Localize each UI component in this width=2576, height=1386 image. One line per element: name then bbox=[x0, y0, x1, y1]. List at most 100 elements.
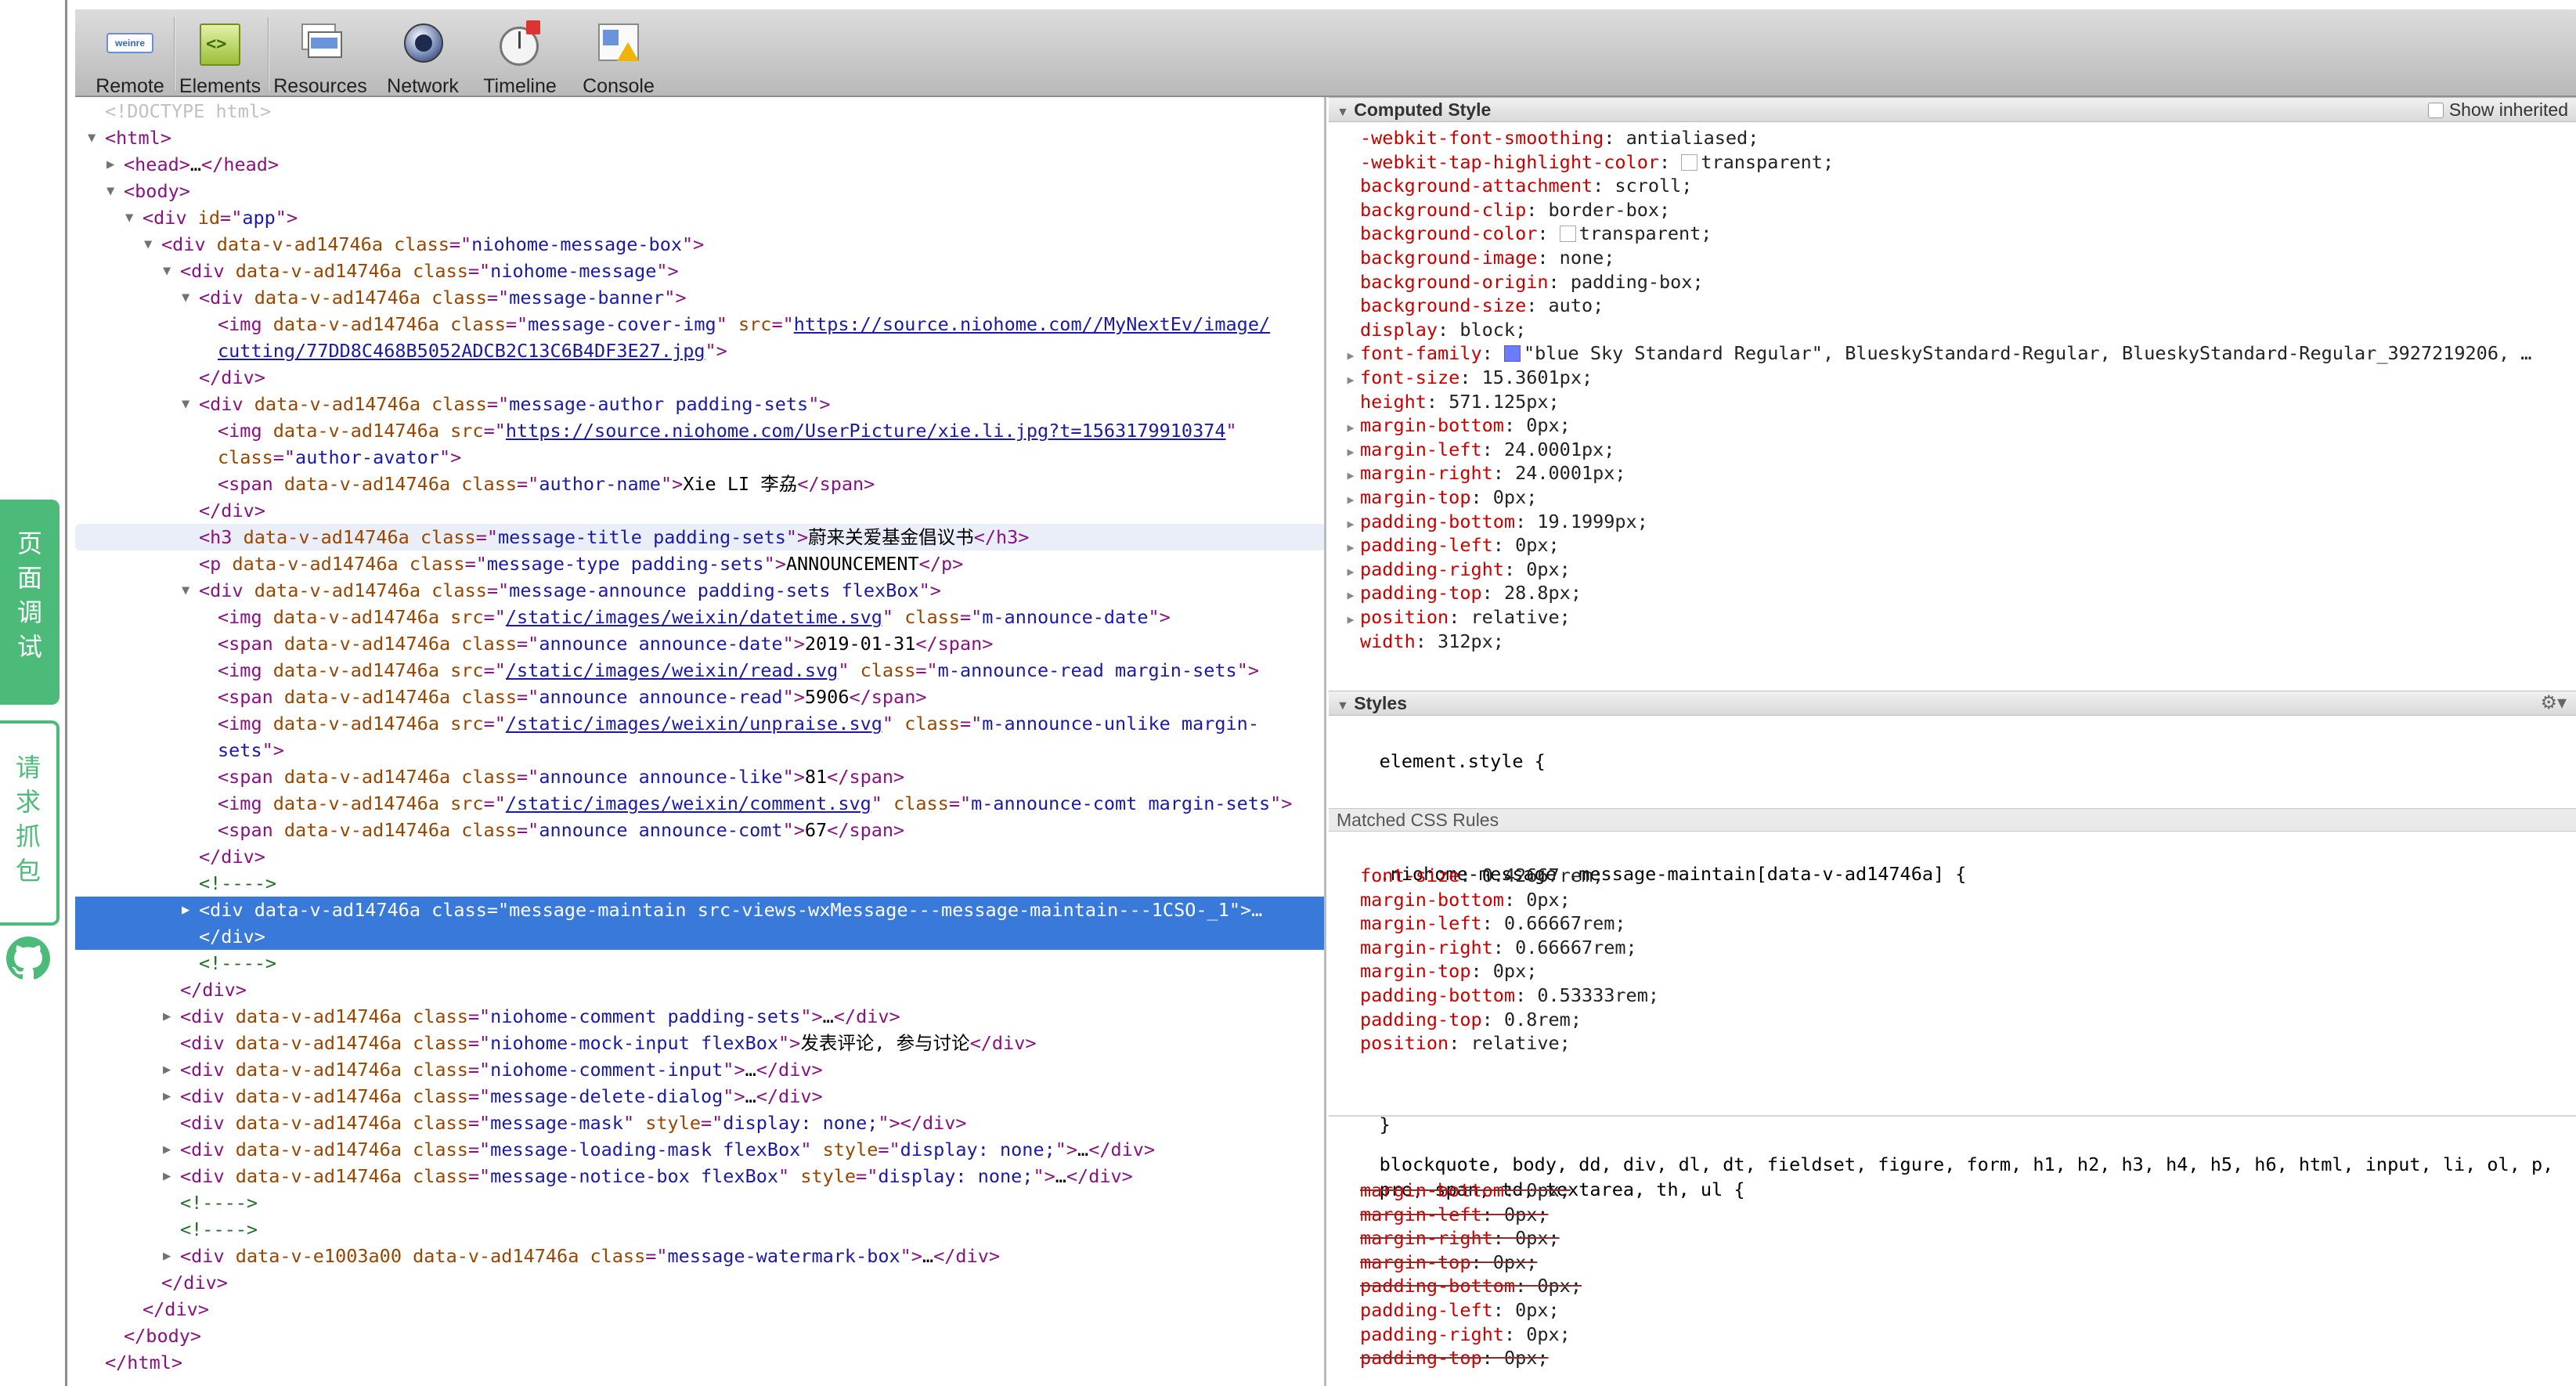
css-property-row[interactable]: margin-top: 0px; bbox=[1329, 958, 2576, 984]
dom-node[interactable]: </div> bbox=[75, 1296, 1324, 1323]
dom-node[interactable]: </body> bbox=[75, 1323, 1324, 1349]
css-property-row[interactable]: ▶ margin-right: 24.0001px; bbox=[1329, 460, 2576, 485]
css-property-row[interactable]: margin-left: 0.66667rem; bbox=[1329, 911, 2576, 936]
dom-node[interactable]: <span data-v-ad14746a class="announce an… bbox=[75, 684, 1324, 710]
css-property-row[interactable]: ▶ padding-bottom: 19.1999px; bbox=[1329, 509, 2576, 534]
dom-node[interactable]: ▼ <div data-v-ad14746a class="message-ban… bbox=[75, 284, 1324, 311]
dom-node[interactable]: ▶ <head>…</head> bbox=[75, 151, 1324, 178]
dom-token[interactable]: /static/images/weixin/unpraise.svg bbox=[506, 713, 882, 735]
dom-node[interactable]: <div data-v-ad14746a class="message-mask… bbox=[75, 1110, 1324, 1136]
element-style-rule[interactable]: element.style { bbox=[1329, 724, 2576, 772]
dom-node[interactable]: ▼ <div id="app"> bbox=[75, 204, 1324, 231]
dom-node[interactable]: <!----> bbox=[75, 950, 1324, 976]
expand-right-icon[interactable]: ▶ bbox=[163, 1003, 180, 1030]
css-property-row[interactable]: ▶ padding-top: 28.8px; bbox=[1329, 580, 2576, 605]
dom-node[interactable]: <div data-v-ad14746a class="niohome-mock… bbox=[75, 1030, 1324, 1056]
css-property-row[interactable]: margin-right: 0px; bbox=[1329, 1225, 2576, 1251]
dom-node[interactable]: <img data-v-ad14746a src="https://source… bbox=[75, 417, 1324, 444]
dom-node-selected[interactable]: ▶ <div data-v-ad14746a class="message-mai… bbox=[75, 897, 1324, 923]
css-property-row[interactable]: position: relative; bbox=[1329, 1030, 2576, 1056]
show-inherited-toggle[interactable]: Show inherited bbox=[2428, 98, 2568, 121]
css-property-row[interactable]: margin-bottom: 0px; bbox=[1329, 1178, 2576, 1203]
css-property-row[interactable]: background-origin: padding-box; bbox=[1329, 269, 2576, 294]
css-property-row[interactable]: font-size: 0.42667rem; bbox=[1329, 863, 2576, 888]
dom-token[interactable]: cutting/77DD8C468B5052ADCB2C13C6B4DF3E27… bbox=[218, 340, 705, 362]
dom-node-selected[interactable]: </div> bbox=[75, 923, 1324, 950]
dom-node[interactable]: ▶ <div data-v-e1003a00 data-v-ad14746a cl… bbox=[75, 1243, 1324, 1269]
dom-node[interactable]: cutting/77DD8C468B5052ADCB2C13C6B4DF3E27… bbox=[75, 337, 1324, 364]
dom-node[interactable]: <!----> bbox=[75, 1189, 1324, 1216]
dom-node[interactable]: <!DOCTYPE html> bbox=[75, 98, 1324, 125]
dom-node[interactable]: <img data-v-ad14746a class="message-cove… bbox=[75, 311, 1324, 337]
expand-right-icon[interactable]: ▶ bbox=[163, 1163, 180, 1189]
css-property-row[interactable]: ▶ font-size: 15.3601px; bbox=[1329, 365, 2576, 390]
dom-node[interactable]: <p data-v-ad14746a class="message-type p… bbox=[75, 550, 1324, 577]
dom-token[interactable]: /static/images/weixin/datetime.svg bbox=[506, 606, 882, 628]
page-debug-tab[interactable]: 页 面 调 试 bbox=[0, 500, 60, 705]
expand-right-icon[interactable]: ▶ bbox=[163, 1136, 180, 1163]
dom-token[interactable]: /static/images/weixin/comment.svg bbox=[506, 792, 871, 814]
computed-style-header[interactable]: ▼ Computed Style Show inherited bbox=[1329, 97, 2576, 122]
css-property-row[interactable]: ▶ margin-left: 24.0001px; bbox=[1329, 437, 2576, 462]
expand-right-icon[interactable]: ▶ bbox=[163, 1056, 180, 1083]
dom-node[interactable]: </div> bbox=[75, 843, 1324, 870]
gear-icon[interactable]: ⚙▾ bbox=[2540, 691, 2567, 715]
css-property-row[interactable]: ▶ position: relative; bbox=[1329, 605, 2576, 630]
dom-node[interactable]: </div> bbox=[75, 364, 1324, 391]
css-property-row[interactable]: background-image: none; bbox=[1329, 245, 2576, 270]
color-swatch-icon[interactable] bbox=[1559, 226, 1576, 243]
dom-node[interactable]: ▶ <div data-v-ad14746a class="niohome-com… bbox=[75, 1056, 1324, 1083]
expand-right-icon[interactable]: ▶ bbox=[182, 897, 199, 923]
show-inherited-checkbox[interactable] bbox=[2428, 103, 2444, 118]
dom-tree-panel[interactable]: <!DOCTYPE html> ▼ <html> ▶ <head>…</head> ▼ <b… bbox=[75, 97, 1326, 1386]
color-swatch-icon[interactable] bbox=[1681, 153, 1698, 171]
dom-node[interactable]: sets"> bbox=[75, 737, 1324, 763]
css-property-row[interactable]: ▶ margin-bottom: 0px; bbox=[1329, 413, 2576, 438]
css-property-row[interactable]: margin-left: 0px; bbox=[1329, 1202, 2576, 1227]
dom-node[interactable]: <span data-v-ad14746a class="announce an… bbox=[75, 817, 1324, 843]
expand-down-icon[interactable]: ▼ bbox=[182, 284, 199, 311]
css-property-row[interactable]: margin-right: 0.66667rem; bbox=[1329, 935, 2576, 960]
expand-down-icon[interactable]: ▼ bbox=[88, 125, 105, 151]
dom-node[interactable]: <img data-v-ad14746a src="/static/images… bbox=[75, 657, 1324, 684]
dom-node[interactable]: </div> bbox=[75, 1269, 1324, 1296]
css-property-row[interactable]: -webkit-tap-highlight-color: transparent… bbox=[1329, 150, 2576, 175]
css-property-row[interactable]: padding-left: 0px; bbox=[1329, 1298, 2576, 1323]
expand-right-icon[interactable]: ▶ bbox=[106, 151, 124, 178]
css-property-row[interactable]: width: 312px; bbox=[1329, 629, 2576, 654]
css-property-row[interactable]: ▶ padding-right: 0px; bbox=[1329, 557, 2576, 582]
dom-node[interactable]: class="author-avator"> bbox=[75, 444, 1324, 471]
dom-node[interactable]: <!----> bbox=[75, 870, 1324, 897]
css-property-row[interactable]: background-color: transparent; bbox=[1329, 221, 2576, 246]
console-tab[interactable]: Console bbox=[572, 9, 666, 97]
dom-node[interactable]: ▼ <div data-v-ad14746a class="message-aut… bbox=[75, 391, 1324, 417]
expand-down-icon[interactable]: ▼ bbox=[182, 391, 199, 417]
dom-node[interactable]: </html> bbox=[75, 1349, 1324, 1376]
css-property-row[interactable]: height: 571.125px; bbox=[1329, 389, 2576, 414]
dom-node[interactable]: <span data-v-ad14746a class="author-name… bbox=[75, 471, 1324, 497]
expand-right-icon[interactable]: ▶ bbox=[163, 1243, 180, 1269]
css-property-row[interactable]: background-clip: border-box; bbox=[1329, 197, 2576, 222]
styles-header[interactable]: ▼ Styles ⚙▾ bbox=[1329, 691, 2576, 716]
dom-node[interactable]: <span data-v-ad14746a class="announce an… bbox=[75, 763, 1324, 790]
dom-node[interactable]: <!----> bbox=[75, 1216, 1324, 1243]
css-property-row[interactable]: ▶ padding-left: 0px; bbox=[1329, 532, 2576, 558]
dom-token[interactable]: https://source.niohome.com//MyNextEv/ima… bbox=[794, 313, 1270, 335]
dom-node[interactable]: </div> bbox=[75, 976, 1324, 1003]
css-property-row[interactable]: display: block; bbox=[1329, 317, 2576, 342]
css-property-row[interactable]: padding-right: 0px; bbox=[1329, 1322, 2576, 1347]
css-property-row[interactable]: margin-bottom: 0px; bbox=[1329, 887, 2576, 912]
expand-down-icon[interactable]: ▼ bbox=[163, 258, 180, 284]
expand-down-icon[interactable]: ▼ bbox=[144, 231, 161, 258]
dom-node[interactable]: <h3 data-v-ad14746a class="message-title… bbox=[75, 524, 1324, 550]
css-property-row[interactable]: margin-top: 0px; bbox=[1329, 1250, 2576, 1275]
css-property-row[interactable]: ▶ margin-top: 0px; bbox=[1329, 485, 2576, 510]
rule-selector[interactable]: blockquote, body, dd, div, dl, dt, field… bbox=[1329, 1127, 2576, 1175]
dom-token[interactable]: https://source.niohome.com/UserPicture/x… bbox=[506, 420, 1226, 442]
dom-node[interactable]: ▶ <div data-v-ad14746a class="message-not… bbox=[75, 1163, 1324, 1189]
css-property-row[interactable]: -webkit-font-smoothing: antialiased; bbox=[1329, 125, 2576, 150]
dom-node[interactable]: ▶ <div data-v-ad14746a class="message-loa… bbox=[75, 1136, 1324, 1163]
resources-tab[interactable]: Resources bbox=[271, 9, 370, 97]
rule-selector[interactable]: .niohome-message .message-maintain[data-… bbox=[1329, 836, 2576, 885]
request-capture-tab[interactable]: 请 求 抓 包 bbox=[0, 720, 60, 926]
